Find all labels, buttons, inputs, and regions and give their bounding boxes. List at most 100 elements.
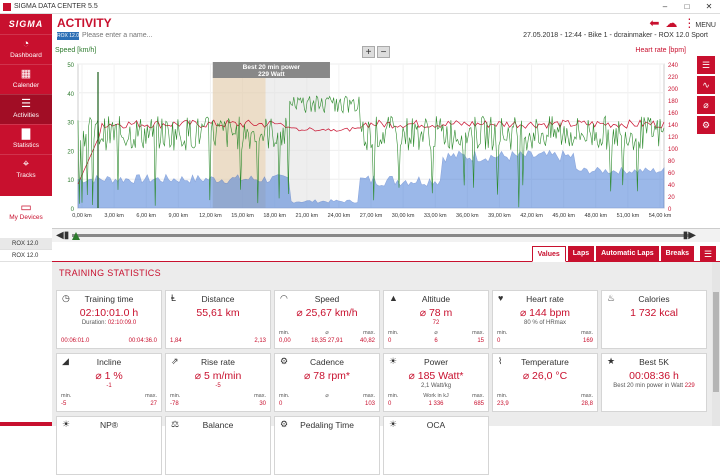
y2-tick-label: 40 — [668, 183, 675, 189]
stat-value: ⌀ 26,0 °C — [522, 370, 568, 382]
stat-sub: 80 % of HRmax — [523, 320, 566, 326]
max-value: 2,13 — [254, 338, 266, 344]
sidebar-item-activities[interactable]: ☰ Activities — [0, 94, 52, 124]
sidebar-item-dashboard[interactable]: ◔ Dashboard — [0, 34, 52, 64]
sidebar-item-statistics[interactable]: ▇ Statistics — [0, 124, 52, 154]
maximize-button[interactable]: □ — [676, 0, 698, 14]
tab-automatic-laps[interactable]: Automatic Laps — [596, 246, 659, 262]
stat-card-oca[interactable]: ☀ OCA — [383, 416, 489, 475]
stat-title: NP® — [99, 420, 119, 430]
stat-value: ⌀ 25,67 km/h — [296, 307, 358, 319]
chart-list-icon[interactable]: ☰ — [697, 56, 715, 74]
stat-value: 1 732 kcal — [630, 307, 678, 319]
y2-tick-label: 180 — [668, 99, 679, 105]
sidebar-item-label: Calender — [12, 82, 40, 89]
chart-line-icon[interactable]: ∿ — [697, 76, 715, 94]
dashboard-icon: ◔ — [22, 38, 30, 50]
position-marker-icon[interactable] — [72, 232, 80, 240]
max-label: max. — [145, 393, 157, 399]
close-button[interactable]: ✕ — [698, 0, 720, 14]
chart-scrubber[interactable]: ◀▮ ▮▶ — [52, 228, 720, 242]
activity-name-input[interactable] — [82, 30, 282, 41]
stat-card-power[interactable]: ☀ Power ⌀ 185 Watt* 2,1 Watt/kg min. max. Wor… — [383, 353, 489, 412]
stat-title: Heart rate — [526, 294, 564, 304]
device-item[interactable]: ROX 12.0 — [0, 238, 52, 250]
stat-title: Distance — [201, 294, 235, 304]
avg-value: 1 336 — [428, 401, 444, 407]
scroll-right-icon[interactable]: ▮▶ — [683, 230, 696, 241]
y-tick-label: 40 — [67, 92, 74, 98]
device-item[interactable]: ROX 12.0 — [0, 250, 52, 262]
stat-card-calories[interactable]: ♨ Calories 1 732 kcal — [601, 290, 707, 349]
stat-card-pedaling-time[interactable]: ⚙ Pedaling Time — [274, 416, 380, 475]
x-tick-label: 42,00 km — [520, 213, 543, 219]
min-label: min. — [497, 330, 508, 336]
stat-value: 00:08:36 h — [629, 370, 679, 382]
my-devices-button[interactable]: ▭ My Devices — [0, 196, 52, 238]
avg-label: ⌀ — [434, 330, 438, 336]
x-tick-label: 24,00 km — [328, 213, 351, 219]
x-tick-label: 27,00 km — [360, 213, 383, 219]
scrollbar-thumb[interactable] — [713, 292, 719, 392]
back-arrow-icon[interactable]: ⬅ — [649, 16, 659, 30]
training-statistics: TRAINING STATISTICS ◷ Training time 02:10:… — [52, 262, 720, 475]
min-value: 00:06:01.0 — [61, 338, 90, 344]
stat-card-temperature[interactable]: ⌇ Temperature ⌀ 26,0 °C min. max. 23,9 28,8 — [492, 353, 598, 412]
min-value: -5 — [61, 401, 67, 407]
max-value: 28,8 — [581, 401, 593, 407]
sidebar-item-calender[interactable]: ▦ Calender — [0, 64, 52, 94]
y2-tick-label: 120 — [668, 135, 679, 141]
stat-card-balance[interactable]: ⚖ Balance — [165, 416, 271, 475]
stat-card-rise-rate[interactable]: ⇗ Rise rate ⌀ 5 m/min -5 min. max. -78 30 — [165, 353, 271, 412]
stat-value: 55,61 km — [196, 307, 240, 319]
tab-breaks[interactable]: Breaks — [660, 246, 694, 262]
x-tick-label: 3,00 km — [104, 213, 124, 219]
tab-menu-icon[interactable]: ☰ — [700, 246, 716, 262]
y2-tick-label: 80 — [668, 159, 675, 165]
stat-title: Incline — [96, 357, 122, 367]
stat-sub: Duration: 02:10:09.0 — [81, 320, 137, 326]
tab-values[interactable]: Values — [531, 246, 566, 262]
minimize-button[interactable]: – — [654, 0, 676, 14]
menu-icon[interactable]: ⋮MENU — [683, 16, 716, 30]
zoom-in-button[interactable]: + — [362, 46, 375, 58]
x-tick-label: 39,00 km — [488, 213, 511, 219]
highlight-value: 229 Watt — [258, 71, 285, 78]
tab-laps[interactable]: Laps — [567, 246, 595, 262]
stat-value: ⌀ 5 m/min — [194, 370, 242, 382]
stat-card-training-time[interactable]: ◷ Training time 02:10:01.0 h Duration: 02:1… — [56, 290, 162, 349]
stat-card-best-5k[interactable]: ★ Best 5K 00:08:36 h Best 20 min power in W… — [601, 353, 707, 412]
scroll-left-icon[interactable]: ◀▮ — [56, 230, 69, 241]
x-tick-label: 36,00 km — [456, 213, 479, 219]
sigma-logo: SIGMA — [8, 19, 44, 29]
stat-card-distance[interactable]: Ⱡ Distance 55,61 km 1,84 2,13 — [165, 290, 271, 349]
x-tick-label: 15,00 km — [231, 213, 254, 219]
chart-settings-icon[interactable]: ⚙ — [697, 116, 715, 134]
zoom-out-button[interactable]: − — [377, 46, 390, 58]
sidebar-item-tracks[interactable]: ⌖ Tracks — [0, 154, 52, 184]
sidebar-empty — [0, 262, 52, 422]
activities-icon: ☰ — [21, 98, 31, 110]
min-value: 0 — [279, 401, 283, 407]
stat-card-heart-rate[interactable]: ♥ Heart rate ⌀ 144 bpm 80 % of HRmax min. ma… — [492, 290, 598, 349]
stat-card-np-[interactable]: ☀ NP® — [56, 416, 162, 475]
scrubber-track[interactable] — [72, 234, 692, 237]
stat-card-incline[interactable]: ◢ Incline ⌀ 1 % -1 min. max. -5 27 — [56, 353, 162, 412]
stat-card-speed[interactable]: ◠ Speed ⌀ 25,67 km/h min. max. ⌀ 0,00 40,82 18,3… — [274, 290, 380, 349]
stat-sub: 2,1 Watt/kg — [420, 383, 452, 389]
avg-label: ⌀ — [325, 330, 329, 336]
stat-title: Calories — [638, 294, 670, 304]
activity-chart: Speed [km/h] + − Heart rate [bpm] ☰ ∿ ⌀ … — [52, 44, 720, 244]
share-icon[interactable]: ☁ — [665, 16, 677, 30]
chart-svg[interactable]: 5040302010024022020018016014012010080604… — [52, 58, 692, 226]
vertical-scrollbar[interactable] — [712, 262, 720, 426]
device-list: ROX 12.0 ROX 12.0 — [0, 238, 52, 262]
chart-avg-icon[interactable]: ⌀ — [697, 96, 715, 114]
stat-title: Pedaling Time — [300, 420, 354, 430]
stat-card-cadence[interactable]: ⚙ Cadence ⌀ 78 rpm* min. max. ⌀ 0 103 — [274, 353, 380, 412]
activity-info: 27.05.2018 - 12:44 - Bike 1 - dcrainmake… — [523, 32, 708, 39]
stat-card-altitude[interactable]: ▲ Altitude ⌀ 78 m 72 min. max. ⌀ 0 15 6 — [383, 290, 489, 349]
my-devices-label: My Devices — [9, 214, 43, 221]
min-label: min. — [170, 393, 181, 399]
max-value: 30 — [259, 401, 266, 407]
